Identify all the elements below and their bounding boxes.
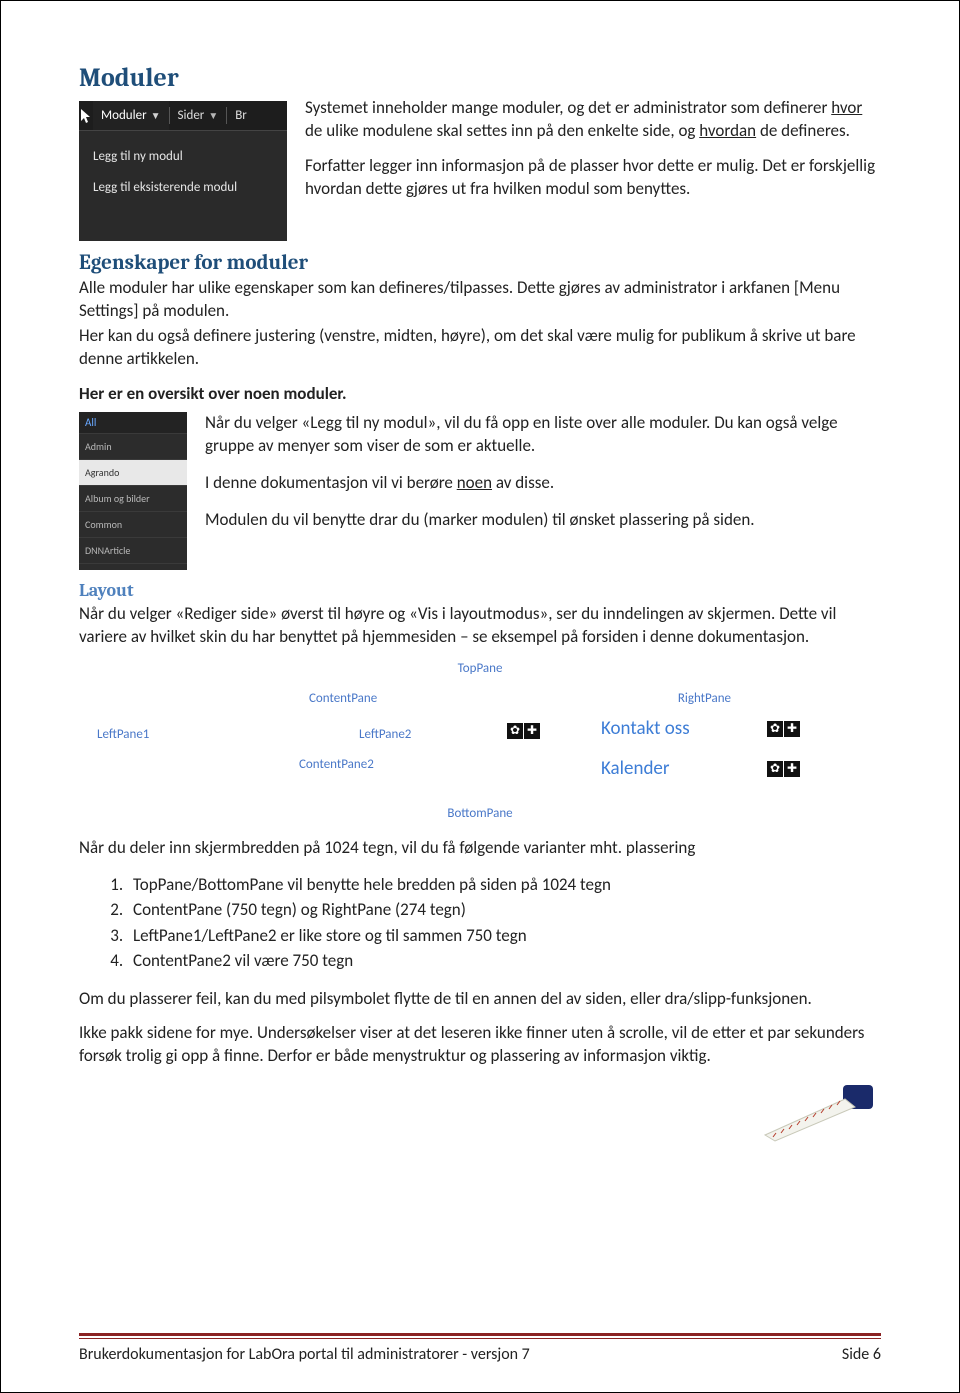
underlined-text: hvordan: [699, 120, 756, 141]
list-item: ContentPane (750 tegn) og RightPane (274…: [127, 897, 881, 923]
pane-label-content: ContentPane: [309, 691, 377, 706]
tab-moduler: Moduler ▼: [93, 101, 169, 130]
chevron-down-icon: ▼: [208, 109, 218, 122]
footer-line: Brukerdokumentasjon for LabOra portal ti…: [79, 1345, 881, 1364]
heading-layout: Layout: [79, 580, 881, 601]
category-item: Ikke i bruk: [79, 563, 187, 570]
list-item: TopPane/BottomPane vil benytte hele bred…: [127, 872, 881, 898]
category-item-selected: Agrando: [79, 459, 187, 485]
text-fragment: I denne dokumentasjon vil vi berøre: [205, 472, 457, 493]
screenshot-toolbar: Moduler ▼ Sider ▼ Br: [79, 101, 287, 131]
tab-moduler-label: Moduler: [101, 108, 147, 123]
text-fragment: de defineres.: [756, 120, 850, 141]
screenshot-dropdown-items: Legg til ny modul Legg til eksisterende …: [79, 131, 287, 195]
module-controls: ✿ ✚: [767, 761, 800, 777]
intro-paragraph-1: Systemet inneholder mange moduler, og de…: [305, 97, 881, 143]
tab-sider-label: Sider: [178, 108, 205, 123]
footer-rule: [79, 1333, 881, 1339]
screenshot-category-list: All Admin Agrando Album og bilder Common…: [79, 412, 187, 570]
list-item: ContentPane2 vil være 750 tegn: [127, 948, 881, 974]
layout-list: TopPane/BottomPane vil benytte hele bred…: [127, 872, 881, 974]
paragraph-pakk: Ikke pakk sidene for mye. Undersøkelser …: [79, 1022, 881, 1068]
module-link-kontakt: Kontakt oss: [601, 717, 690, 740]
footer-right: Side 6: [842, 1345, 881, 1364]
category-item: Common: [79, 511, 187, 537]
paragraph-1024: Når du deler inn skjermbredden på 1024 t…: [79, 837, 881, 860]
pane-label-left2: LeftPane2: [359, 727, 411, 742]
intro-section: Moduler ▼ Sider ▼ Br Legg til ny modul L…: [79, 97, 881, 241]
noen-text: Når du velger «Legg til ny modul», vil d…: [205, 412, 881, 570]
gear-icon: ✿: [767, 721, 783, 737]
pane-label-content2: ContentPane2: [299, 757, 374, 772]
pane-label-top: TopPane: [458, 661, 503, 676]
paragraph-egenskaper: Alle moduler har ulike egenskaper som ka…: [79, 277, 881, 323]
noen-paragraph-1: Når du velger «Legg til ny modul», vil d…: [205, 412, 881, 458]
tab-br: Br: [227, 101, 255, 130]
tab-sider: Sider ▼: [170, 101, 227, 130]
intro-paragraph-2: Forfatter legger inn informasjon på de p…: [305, 155, 881, 201]
noen-paragraph-2: I denne dokumentasjon vil vi berøre noen…: [205, 472, 881, 495]
pane-label-bottom: BottomPane: [447, 806, 512, 821]
list-item: LeftPane1/LeftPane2 er like store og til…: [127, 923, 881, 949]
text-fragment: Systemet inneholder mange moduler, og de…: [305, 97, 831, 118]
footer-left: Brukerdokumentasjon for LabOra portal ti…: [79, 1345, 530, 1364]
category-all: All: [79, 412, 187, 433]
cursor-icon: [79, 104, 93, 128]
document-page: Moduler Moduler ▼ Sider ▼ Br: [0, 0, 960, 1393]
paragraph-justering: Her kan du også definere justering (vens…: [79, 325, 881, 371]
category-item: Album og bilder: [79, 485, 187, 511]
heading-egenskaper: Egenskaper for moduler: [79, 251, 881, 275]
text-fragment: av disse.: [492, 472, 554, 493]
module-controls: ✿ ✚: [767, 721, 800, 737]
module-link-kalender: Kalender: [601, 757, 670, 780]
pane-label-left1: LeftPane1: [97, 727, 149, 742]
underlined-text: hvor: [831, 97, 862, 118]
chevron-down-icon: ▼: [151, 109, 161, 122]
module-controls: ✿ ✚: [507, 723, 540, 739]
noen-section: All Admin Agrando Album og bilder Common…: [79, 412, 881, 570]
dd-item-new-module: Legg til ny modul: [93, 149, 273, 164]
dd-item-existing-module: Legg til eksisterende modul: [93, 180, 273, 195]
tab-br-label: Br: [235, 108, 247, 123]
gear-icon: ✿: [767, 761, 783, 777]
screenshot-moduler-dropdown: Moduler ▼ Sider ▼ Br Legg til ny modul L…: [79, 101, 287, 241]
category-item: Admin: [79, 433, 187, 459]
plus-icon: ✚: [784, 761, 800, 777]
tape-measure-icon: [759, 1083, 877, 1143]
heading-moduler: Moduler: [79, 63, 881, 93]
category-item: DNNArticle: [79, 537, 187, 563]
underlined-text: noen: [457, 472, 492, 493]
page-footer: Brukerdokumentasjon for LabOra portal ti…: [79, 1333, 881, 1364]
pane-label-right: RightPane: [678, 691, 731, 706]
text-fragment: de ulike modulene skal settes inn på den…: [305, 120, 699, 141]
plus-icon: ✚: [524, 723, 540, 739]
intro-text: Systemet inneholder mange moduler, og de…: [305, 97, 881, 241]
noen-paragraph-3: Modulen du vil benytte drar du (marker m…: [205, 509, 881, 532]
gear-icon: ✿: [507, 723, 523, 739]
paragraph-layout: Når du velger «Rediger side» øverst til …: [79, 603, 881, 649]
paragraph-feil: Om du plasserer feil, kan du med pilsymb…: [79, 988, 881, 1011]
plus-icon: ✚: [784, 721, 800, 737]
paragraph-heroversikt: Her er en oversikt over noen moduler.: [79, 383, 881, 406]
layout-diagram: TopPane ContentPane RightPane LeftPane1 …: [79, 661, 881, 821]
